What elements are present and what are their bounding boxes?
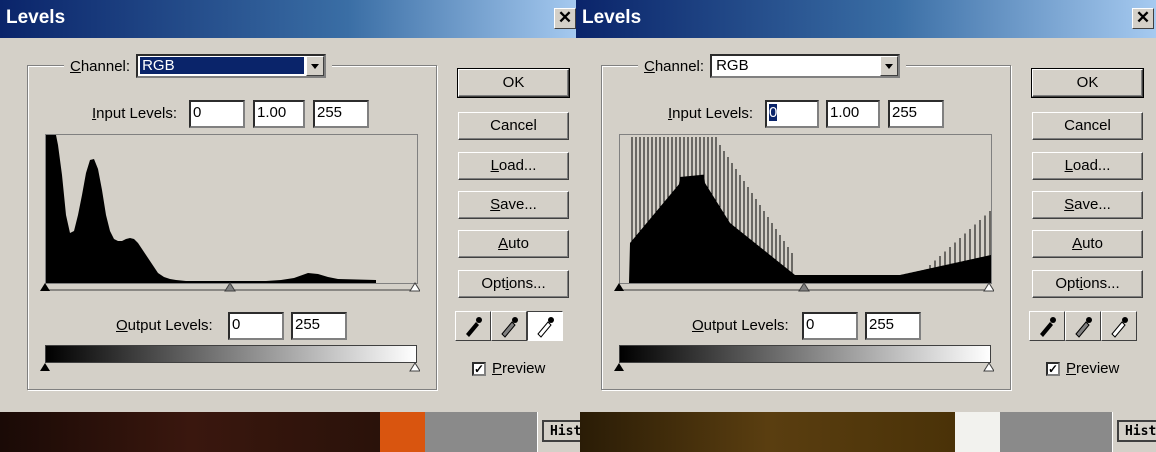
input-gamma-field[interactable]: 1.00 [826,100,880,128]
levels-group: Channel: RGB Input Levels: 0 1.00 255 Ou… [27,54,437,390]
channel-label: Channel: [70,57,131,75]
input-black-selection: 0 [769,104,778,121]
image-white-patch [955,412,1000,452]
histogram-panel-tab[interactable]: Hist [537,412,602,452]
title-bar[interactable]: Levels ✕ [576,0,1156,38]
output-black-handle [614,363,624,371]
gray-eyedropper-icon[interactable] [1065,311,1101,341]
gray-eyedropper-icon[interactable] [491,311,527,341]
title-bar[interactable]: Levels ✕ [0,0,579,38]
output-slider[interactable] [614,361,994,375]
close-button[interactable]: ✕ [1132,8,1154,29]
output-black-handle [40,363,50,371]
save-button[interactable]: Save... [458,191,569,219]
auto-button[interactable]: Auto [1032,230,1143,258]
dialog-title: Levels [6,7,66,28]
eyedropper-group [1029,311,1137,341]
black-eyedropper-icon[interactable] [1029,311,1065,341]
output-slider[interactable] [40,361,420,375]
cancel-button[interactable]: Cancel [458,112,569,140]
image-canvas-right [580,412,955,452]
gamma-handle [224,282,236,292]
preview-row[interactable]: ✓ Preview [1046,360,1119,377]
input-black-field[interactable]: 0 [765,100,819,128]
workspace-gray-right [1000,412,1112,452]
image-orange-patch [380,412,425,452]
preview-label: Preview [492,360,546,377]
histogram [619,134,992,284]
black-eyedropper-icon[interactable] [455,311,491,341]
output-black-field[interactable]: 0 [802,312,858,340]
input-white-field[interactable]: 255 [313,100,369,128]
image-canvas-left [0,412,380,452]
eyedropper-group [455,311,563,341]
output-white-field[interactable]: 255 [291,312,347,340]
output-black-field[interactable]: 0 [228,312,284,340]
ok-button[interactable]: OK [457,68,570,98]
output-levels-label: Output Levels: [692,317,789,334]
output-white-field[interactable]: 255 [865,312,921,340]
black-point-handle [614,283,624,291]
preview-label: Preview [1066,360,1120,377]
input-levels-label: Input Levels: [92,105,178,122]
channel-value: RGB [716,57,749,74]
output-white-handle [983,362,994,372]
load-button[interactable]: Load... [458,152,569,180]
channel-value: RGB [140,57,305,74]
histogram-panel-tab-right[interactable]: Hist [1112,412,1156,452]
input-slider[interactable] [614,279,994,293]
gamma-handle [798,282,810,292]
auto-button[interactable]: Auto [458,230,569,258]
input-gamma-field[interactable]: 1.00 [253,100,305,128]
levels-dialog-left: Levels ✕ Channel: RGB Input Levels: 0 1.… [0,0,580,412]
channel-row: Channel: RGB [64,54,333,78]
levels-dialog-right: Levels ✕ Channel: RGB Input Levels: 0 1.… [576,0,1156,412]
chevron-down-icon[interactable] [306,56,325,76]
white-eyedropper-icon[interactable] [527,311,563,341]
channel-label: Channel: [644,57,705,75]
close-button[interactable]: ✕ [554,8,576,29]
white-point-handle [983,282,994,292]
load-button[interactable]: Load... [1032,152,1143,180]
preview-checkbox[interactable]: ✓ [1046,361,1060,376]
workspace-gray [425,412,537,452]
white-eyedropper-icon[interactable] [1101,311,1137,341]
cancel-button[interactable]: Cancel [1032,112,1143,140]
dialog-title: Levels [582,7,642,28]
channel-row: Channel: RGB [638,54,907,78]
input-slider[interactable] [40,279,420,293]
ok-button[interactable]: OK [1031,68,1144,98]
output-levels-label: Output Levels: [116,317,213,334]
histogram [45,134,418,284]
histogram-fill [46,135,376,283]
levels-group: Channel: RGB Input Levels: 0 1.00 255 Ou… [601,54,1011,390]
white-point-handle [409,282,420,292]
preview-row[interactable]: ✓ Preview [472,360,545,377]
channel-select[interactable]: RGB [710,54,901,78]
input-levels-label: Input Levels: [668,105,754,122]
output-white-handle [409,362,420,372]
preview-checkbox[interactable]: ✓ [472,361,486,376]
input-white-field[interactable]: 255 [888,100,944,128]
save-button[interactable]: Save... [1032,191,1143,219]
options-button[interactable]: Options... [458,270,569,298]
channel-select[interactable]: RGB [136,54,327,78]
input-black-field[interactable]: 0 [189,100,245,128]
chevron-down-icon[interactable] [880,56,899,76]
histogram-tab-label: Hist [1117,420,1156,442]
options-button[interactable]: Options... [1032,270,1143,298]
black-point-handle [40,283,50,291]
